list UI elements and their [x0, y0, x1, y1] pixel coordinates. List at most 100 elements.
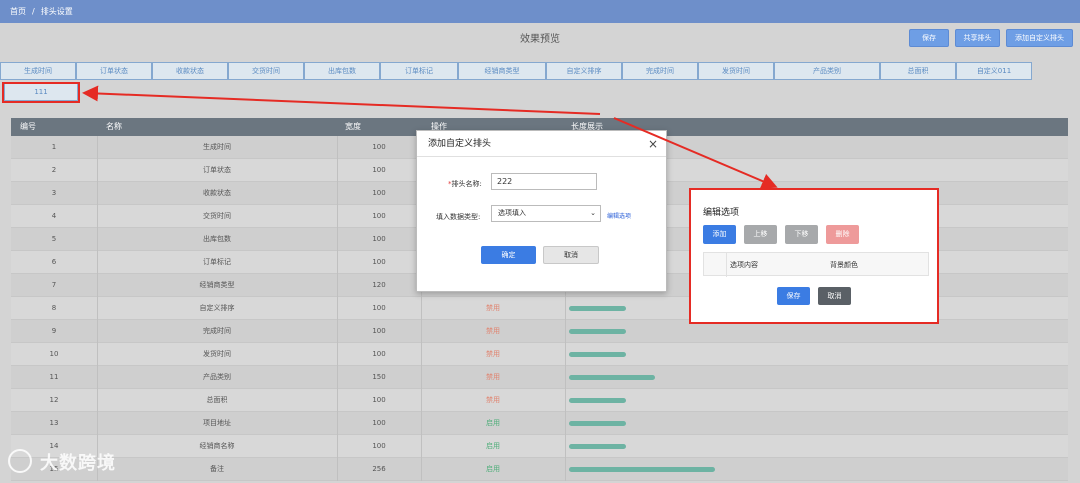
row-toggle-link[interactable]: 禁用 [421, 343, 565, 366]
column-divider [421, 366, 422, 389]
table-row: 14 经销商名称 100 启用 [11, 435, 1068, 458]
row-toggle-link[interactable]: 启用 [421, 412, 565, 435]
column-divider [97, 205, 98, 228]
column-divider [97, 182, 98, 205]
breadcrumb-home[interactable]: 首页 [10, 7, 26, 16]
row-name: 完成时间 [203, 327, 231, 335]
delete-option-button[interactable]: 删除 [826, 225, 859, 244]
row-name: 总面积 [206, 396, 228, 404]
row-number: 3 [51, 189, 57, 197]
data-type-select[interactable]: 选项填入 ⌄ [491, 205, 601, 222]
edit-options-title: 编辑选项 [703, 208, 740, 218]
column-divider [97, 366, 98, 389]
column-divider [565, 320, 566, 343]
row-name: 生成时间 [203, 143, 231, 151]
column-divider [337, 136, 338, 159]
column-divider [337, 435, 338, 458]
length-bar [569, 444, 626, 449]
options-cancel-button[interactable]: 取消 [818, 287, 851, 305]
col-option-content: 选项内容 [730, 261, 758, 269]
col-bg-color: 背景颜色 [830, 261, 858, 269]
column-divider [337, 389, 338, 412]
row-toggle-link[interactable]: 禁用 [421, 320, 565, 343]
add-option-button[interactable]: 添加 [703, 225, 736, 244]
column-divider [337, 320, 338, 343]
row-width: 150 [372, 373, 386, 381]
row-name: 出库包数 [203, 235, 231, 243]
header-tab[interactable]: 经销商类型 [458, 62, 546, 80]
column-divider [337, 274, 338, 297]
column-divider [97, 251, 98, 274]
move-down-button[interactable]: 下移 [785, 225, 818, 244]
row-name: 经销商名称 [199, 442, 235, 450]
row-number: 13 [49, 419, 59, 427]
column-divider [565, 389, 566, 412]
header-name-input[interactable]: 222 [491, 173, 597, 190]
column-divider [421, 320, 422, 343]
cancel-button[interactable]: 取消 [543, 246, 599, 264]
share-header-button[interactable]: 共享排头 [955, 29, 1000, 47]
add-custom-header-button[interactable]: 添加自定义排头 [1006, 29, 1073, 47]
col-name-header: 名称 [106, 122, 122, 131]
header-tab[interactable]: 订单标记 [380, 62, 458, 80]
row-width: 100 [372, 327, 386, 335]
move-up-button[interactable]: 上移 [744, 225, 777, 244]
header-tab[interactable]: 收款状态 [152, 62, 228, 80]
table-divider [726, 253, 727, 277]
watermark: 大数跨境 [40, 453, 116, 474]
column-divider [565, 412, 566, 435]
row-name: 订单状态 [203, 166, 231, 174]
column-divider [421, 412, 422, 435]
header-tab[interactable]: 自定义011 [956, 62, 1032, 80]
row-toggle-link[interactable]: 禁用 [421, 366, 565, 389]
close-icon[interactable]: × [648, 131, 658, 157]
header-tab[interactable]: 交货时间 [228, 62, 304, 80]
row-width: 100 [372, 419, 386, 427]
table-row: 15 备注 256 启用 [11, 458, 1068, 481]
chevron-down-icon: ⌄ [590, 209, 596, 217]
table-row: 13 项目地址 100 启用 [11, 412, 1068, 435]
header-tab[interactable]: 总面积 [880, 62, 956, 80]
column-divider [421, 389, 422, 412]
save-button[interactable]: 保存 [909, 29, 949, 47]
length-bar [569, 421, 626, 426]
column-divider [337, 343, 338, 366]
header-tab[interactable]: 出库包数 [304, 62, 380, 80]
row-toggle-link[interactable]: 禁用 [421, 389, 565, 412]
header-tab[interactable]: 生成时间 [0, 62, 76, 80]
col-num-header: 编号 [20, 122, 36, 131]
row-width: 100 [372, 166, 386, 174]
header-name-label-text: 排头名称: [451, 180, 482, 188]
row-toggle-link[interactable]: 启用 [421, 435, 565, 458]
header-tab[interactable]: 订单状态 [76, 62, 152, 80]
column-divider [337, 159, 338, 182]
column-divider [97, 343, 98, 366]
column-divider [97, 297, 98, 320]
row-width: 100 [372, 235, 386, 243]
header-tab[interactable]: 完成时间 [622, 62, 698, 80]
header-tab[interactable]: 发货时间 [698, 62, 774, 80]
col-width-header: 宽度 [345, 122, 361, 131]
row-width: 100 [372, 189, 386, 197]
data-type-select-value: 选项填入 [498, 209, 526, 217]
dialog-title: 添加自定义排头 [428, 139, 492, 149]
table-row: 11 产品类别 150 禁用 [11, 366, 1068, 389]
column-divider [337, 458, 338, 481]
dialog-header: 添加自定义排头 × [417, 131, 666, 157]
header-tab[interactable]: 自定义排序 [546, 62, 622, 80]
breadcrumb-separator: / [32, 7, 35, 16]
options-save-button[interactable]: 保存 [777, 287, 810, 305]
length-bar [569, 398, 626, 403]
column-divider [337, 205, 338, 228]
column-divider [337, 251, 338, 274]
row-toggle-link[interactable]: 禁用 [421, 297, 565, 320]
column-divider [421, 458, 422, 481]
column-divider [337, 366, 338, 389]
confirm-button[interactable]: 确定 [481, 246, 536, 264]
length-bar [569, 352, 626, 357]
watermark-logo-icon [8, 449, 32, 473]
row-toggle-link[interactable]: 启用 [421, 458, 565, 481]
column-divider [97, 159, 98, 182]
edit-options-link[interactable]: 编辑选项 [607, 211, 631, 220]
header-tab[interactable]: 产品类别 [774, 62, 880, 80]
